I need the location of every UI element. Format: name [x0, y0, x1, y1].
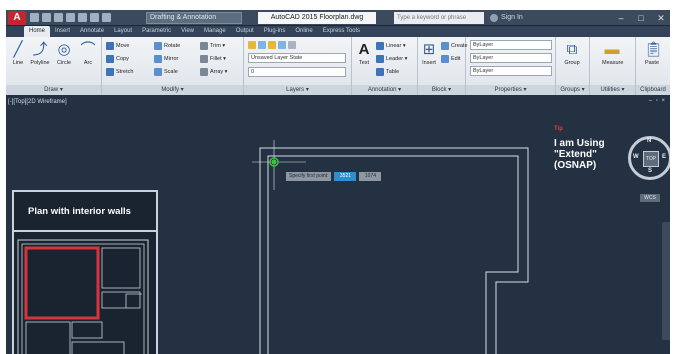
annotation-kicker: Tip	[554, 126, 563, 132]
dynamic-input-x-field[interactable]: 3521	[334, 172, 357, 181]
wcs-menu[interactable]: WCS	[640, 194, 660, 202]
plan-inset-panel: Plan with interior walls	[12, 190, 158, 354]
inset-room-bottom-left	[25, 321, 71, 354]
viewcube-top-face[interactable]: TOP	[643, 151, 659, 167]
viewcube[interactable]: N S E W TOP	[628, 136, 670, 180]
inset-room-top-right	[101, 247, 141, 289]
inset-title: Plan with interior walls	[14, 192, 156, 232]
viewcube-north[interactable]: N	[647, 138, 651, 144]
annotation-line-3: (OSNAP)	[554, 160, 597, 171]
viewcube-south[interactable]: S	[648, 168, 652, 174]
osnap-marker-core	[272, 160, 276, 164]
inset-highlighted-room	[24, 246, 100, 320]
inset-floor-plan	[17, 239, 149, 354]
annotation-line-2: "Extend"	[554, 149, 597, 160]
dynamic-input-prompt: Specify first point:	[286, 172, 332, 181]
inner-wall-line	[267, 155, 519, 354]
inset-room-bottom-right	[71, 341, 125, 354]
annotation-text: I am Using "Extend" (OSNAP)	[554, 138, 626, 171]
inset-room-bottom-middle	[71, 321, 103, 339]
annotation-line-1: I am Using	[554, 138, 605, 149]
navigation-bar[interactable]	[662, 222, 670, 340]
autocad-window: A Drafting & Annotation AutoCAD 2015 Flo…	[6, 10, 670, 354]
dynamic-input-tooltip: Specify first point: 3521 1074	[286, 172, 382, 181]
viewcube-east[interactable]: E	[662, 154, 666, 160]
dynamic-input-y-field[interactable]: 1074	[359, 172, 382, 181]
viewcube-west[interactable]: W	[633, 154, 639, 160]
